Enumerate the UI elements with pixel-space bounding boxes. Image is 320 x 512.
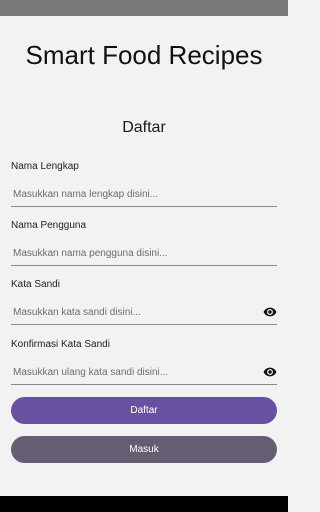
eye-icon[interactable]: [263, 305, 277, 319]
login-button[interactable]: Masuk: [11, 436, 277, 463]
confirm-password-field: Konfirmasi Kata Sandi: [11, 338, 277, 385]
username-label: Nama Pengguna: [11, 220, 87, 231]
confirm-password-input-wrapper: [11, 361, 277, 385]
form-title: Daftar: [122, 119, 166, 136]
navigation-bar: [0, 496, 288, 512]
confirm-password-input[interactable]: [11, 361, 277, 384]
password-input-wrapper: [11, 301, 277, 325]
app-title: Smart Food Recipes: [25, 40, 263, 70]
password-label: Kata Sandi: [11, 279, 60, 290]
username-input[interactable]: [11, 242, 277, 265]
register-button[interactable]: Daftar: [11, 397, 277, 424]
confirm-password-label: Konfirmasi Kata Sandi: [11, 339, 110, 350]
username-field: Nama Pengguna: [11, 219, 277, 266]
username-input-wrapper: [11, 242, 277, 266]
full-name-field: Nama Lengkap: [11, 160, 277, 207]
password-field: Kata Sandi: [11, 278, 277, 325]
status-bar: [0, 0, 288, 16]
eye-icon[interactable]: [263, 365, 277, 379]
password-input[interactable]: [11, 301, 277, 324]
full-name-input-wrapper: [11, 183, 277, 207]
full-name-input[interactable]: [11, 183, 277, 206]
full-name-label: Nama Lengkap: [11, 161, 79, 172]
